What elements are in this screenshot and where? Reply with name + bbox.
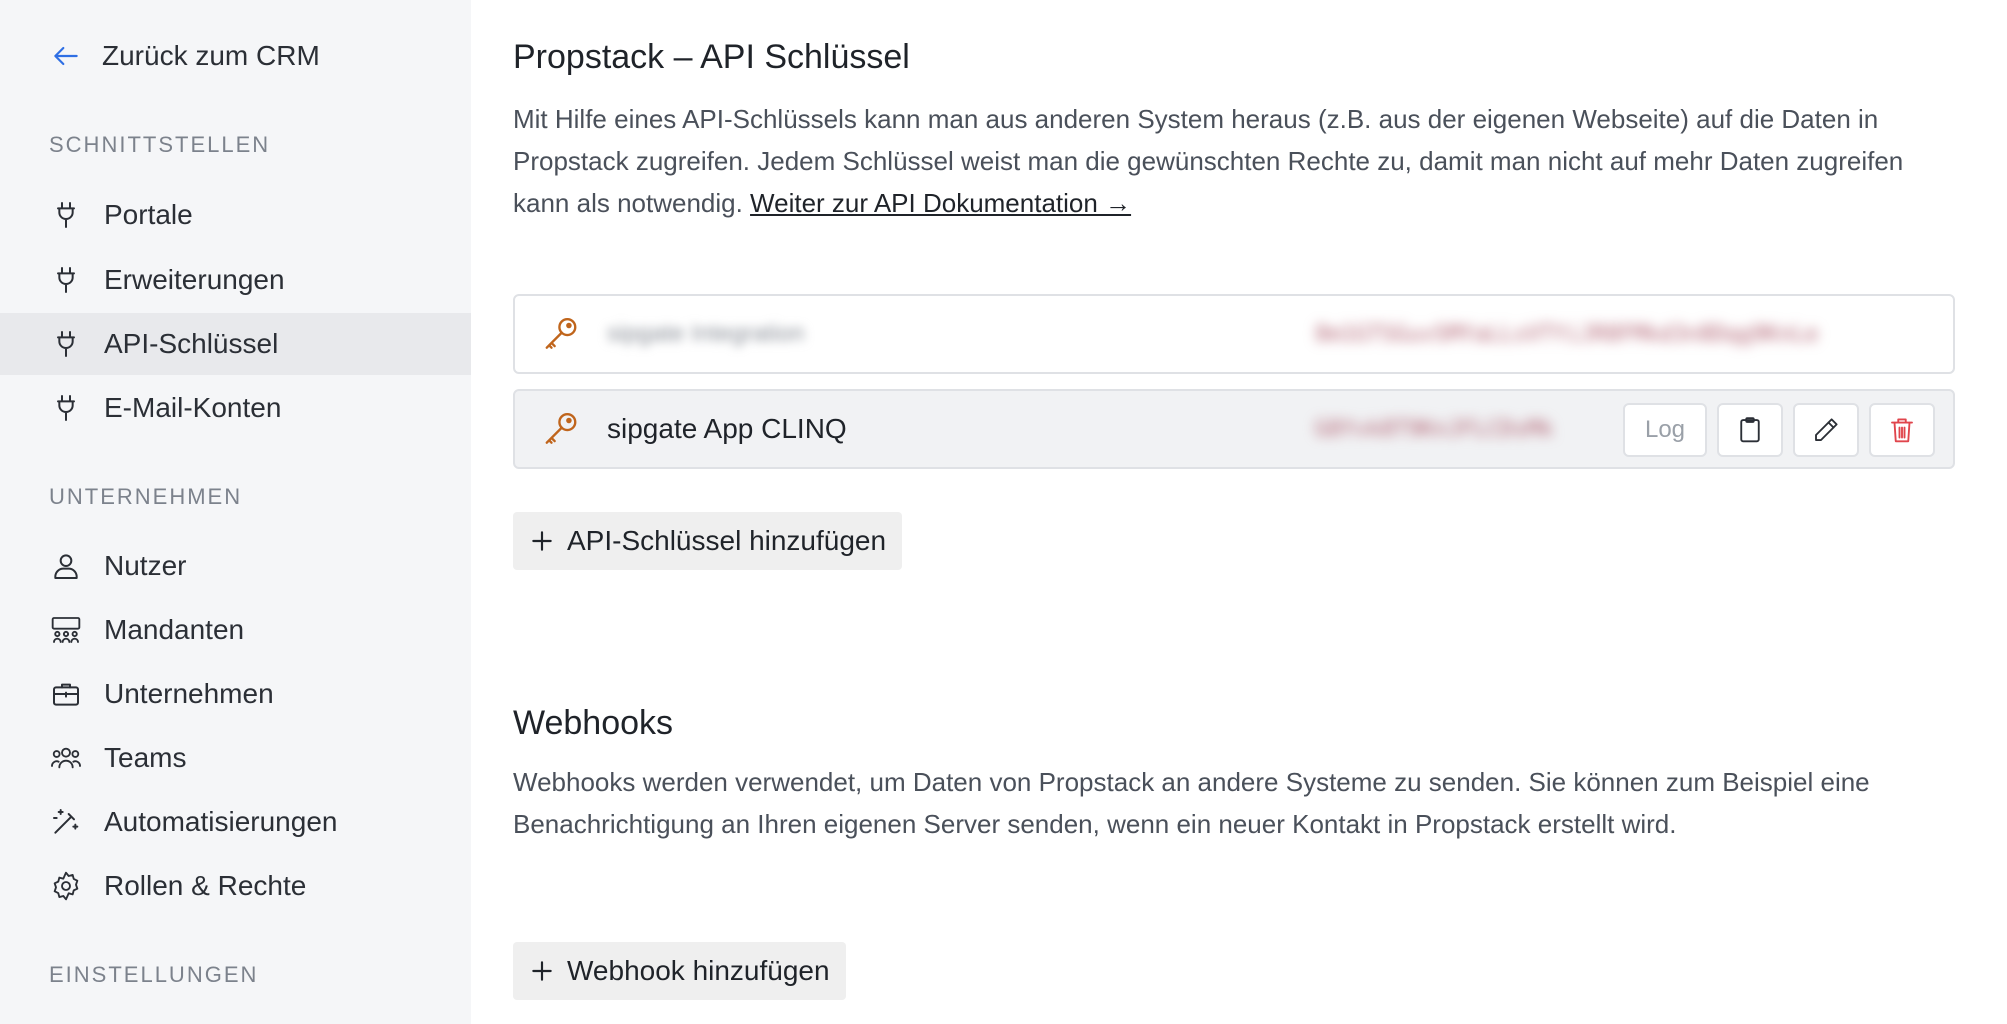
add-webhook-label: Webhook hinzufügen bbox=[567, 955, 830, 986]
api-key-row[interactable]: sipgate Integration 8m1GTSGuvSMYaLLsVTYi… bbox=[513, 294, 1955, 374]
sidebar-item-label: Unternehmen bbox=[104, 678, 274, 709]
sidebar-item-erweiterungen[interactable]: Erweiterungen bbox=[0, 249, 471, 311]
section-title-einstellungen: EINSTELLUNGEN bbox=[49, 962, 259, 987]
trash-icon bbox=[1891, 418, 1913, 443]
page-title: Propstack – API Schlüssel bbox=[513, 38, 910, 76]
sidebar-item-label: Automatisierungen bbox=[104, 806, 338, 837]
copy-button[interactable] bbox=[1717, 403, 1783, 457]
add-webhook-button[interactable]: Webhook hinzufügen bbox=[513, 942, 846, 1000]
sidebar-item-rollen-rechte[interactable]: Rollen & Rechte bbox=[0, 855, 471, 917]
plus-icon bbox=[532, 961, 552, 981]
webhooks-title: Webhooks bbox=[513, 704, 674, 742]
back-to-crm-link[interactable]: Zurück zum CRM bbox=[50, 36, 320, 76]
api-key-token: 8m1GTSGuvSMYaLLsVTYiJR8FMkd3n8Dqg9KnLe bbox=[1315, 322, 1819, 347]
sidebar-item-label: Erweiterungen bbox=[104, 264, 285, 295]
sidebar-item-email-konten[interactable]: E-Mail-Konten bbox=[0, 377, 471, 439]
api-key-actions: Log bbox=[1623, 403, 1935, 457]
sidebar-item-api-schluessel[interactable]: API-Schlüssel bbox=[0, 313, 471, 375]
sidebar-item-mandanten[interactable]: Mandanten bbox=[0, 599, 471, 661]
settings-sidebar: Zurück zum CRM SCHNITTSTELLEN Portale Er… bbox=[0, 0, 471, 1024]
api-description: Mit Hilfe eines API-Schlüssels kann man … bbox=[513, 98, 1963, 224]
webhooks-description: Webhooks werden verwendet, um Daten von … bbox=[513, 767, 1870, 839]
sidebar-item-label: E-Mail-Konten bbox=[104, 392, 282, 423]
plug-icon bbox=[57, 395, 75, 421]
magic-wand-icon bbox=[53, 809, 79, 834]
key-icon bbox=[545, 317, 577, 349]
pencil-icon bbox=[1815, 418, 1838, 441]
gear-icon bbox=[53, 871, 79, 901]
sidebar-item-label: Rollen & Rechte bbox=[104, 870, 307, 901]
user-icon bbox=[54, 554, 78, 579]
section-title-unternehmen: UNTERNEHMEN bbox=[49, 484, 243, 509]
sidebar-item-automatisierungen[interactable]: Automatisierungen bbox=[0, 791, 471, 853]
plug-icon bbox=[57, 267, 75, 293]
plug-icon bbox=[57, 331, 75, 357]
section-title-schnittstellen: SCHNITTSTELLEN bbox=[49, 132, 271, 157]
sidebar-item-label: API-Schlüssel bbox=[104, 328, 279, 359]
edit-button[interactable] bbox=[1793, 403, 1859, 457]
add-api-key-button[interactable]: API-Schlüssel hinzufügen bbox=[513, 512, 903, 570]
arrow-left-icon bbox=[54, 46, 78, 66]
api-key-name: sipgate App CLINQ bbox=[607, 413, 847, 444]
back-label: Zurück zum CRM bbox=[102, 40, 320, 71]
sidebar-item-teams[interactable]: Teams bbox=[0, 727, 471, 789]
delete-button[interactable] bbox=[1869, 403, 1935, 457]
api-description-text: Mit Hilfe eines API-Schlüssels kann man … bbox=[513, 104, 1904, 218]
sidebar-item-label: Portale bbox=[104, 199, 193, 230]
api-key-row[interactable]: sipgate App CLINQ G8Yvk8T9KnJFLCDsMk Log bbox=[513, 389, 1955, 469]
add-api-key-label: API-Schlüssel hinzufügen bbox=[567, 525, 887, 556]
sidebar-item-portale[interactable]: Portale bbox=[0, 184, 471, 246]
sidebar-item-nutzer[interactable]: Nutzer bbox=[0, 535, 471, 597]
api-key-name: sipgate Integration bbox=[607, 320, 805, 347]
log-button[interactable]: Log bbox=[1623, 403, 1707, 457]
api-docs-link[interactable]: Weiter zur API Dokumentation → bbox=[750, 188, 1131, 218]
briefcase-icon bbox=[53, 683, 79, 706]
sidebar-item-label: Mandanten bbox=[104, 614, 245, 645]
sidebar-item-label: Nutzer bbox=[104, 550, 187, 581]
team-icon bbox=[51, 747, 81, 769]
key-icon bbox=[545, 412, 577, 444]
plus-icon bbox=[532, 531, 552, 551]
users-group-icon bbox=[51, 617, 81, 643]
sidebar-item-label: Teams bbox=[104, 742, 187, 773]
sidebar-item-unternehmen[interactable]: Unternehmen bbox=[0, 663, 471, 725]
clipboard-icon bbox=[1740, 417, 1760, 443]
plug-icon bbox=[57, 202, 75, 228]
api-key-token: G8Yvk8T9KnJFLCDsMk bbox=[1315, 417, 1554, 442]
